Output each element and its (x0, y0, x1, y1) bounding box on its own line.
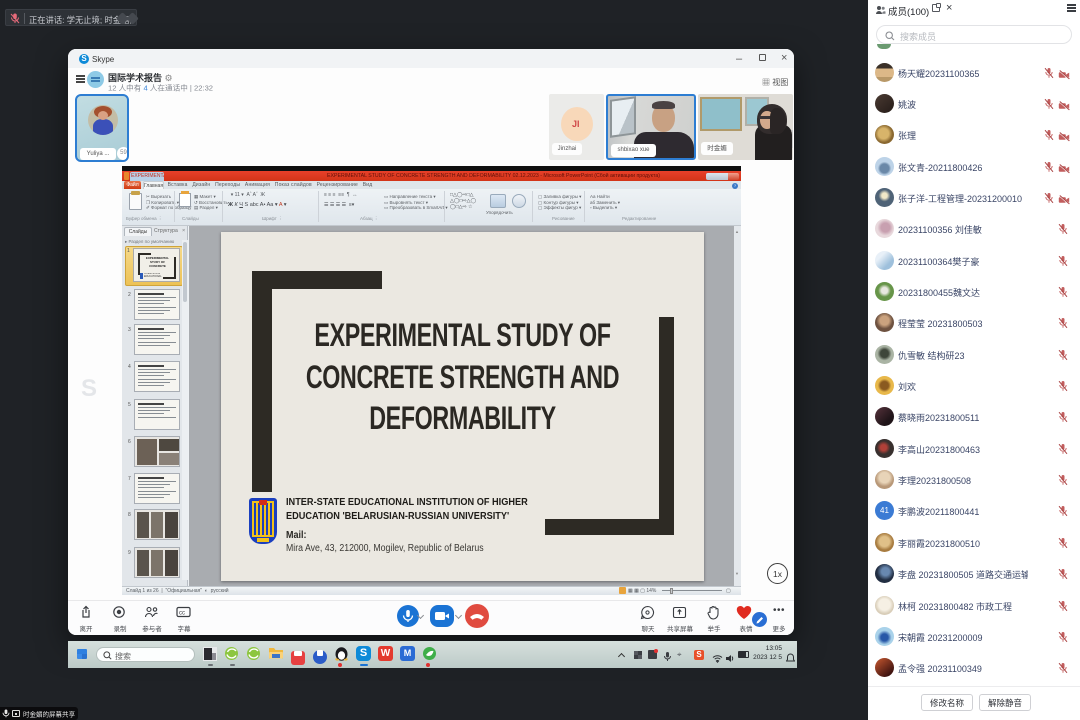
svg-text:cc: cc (179, 611, 185, 617)
